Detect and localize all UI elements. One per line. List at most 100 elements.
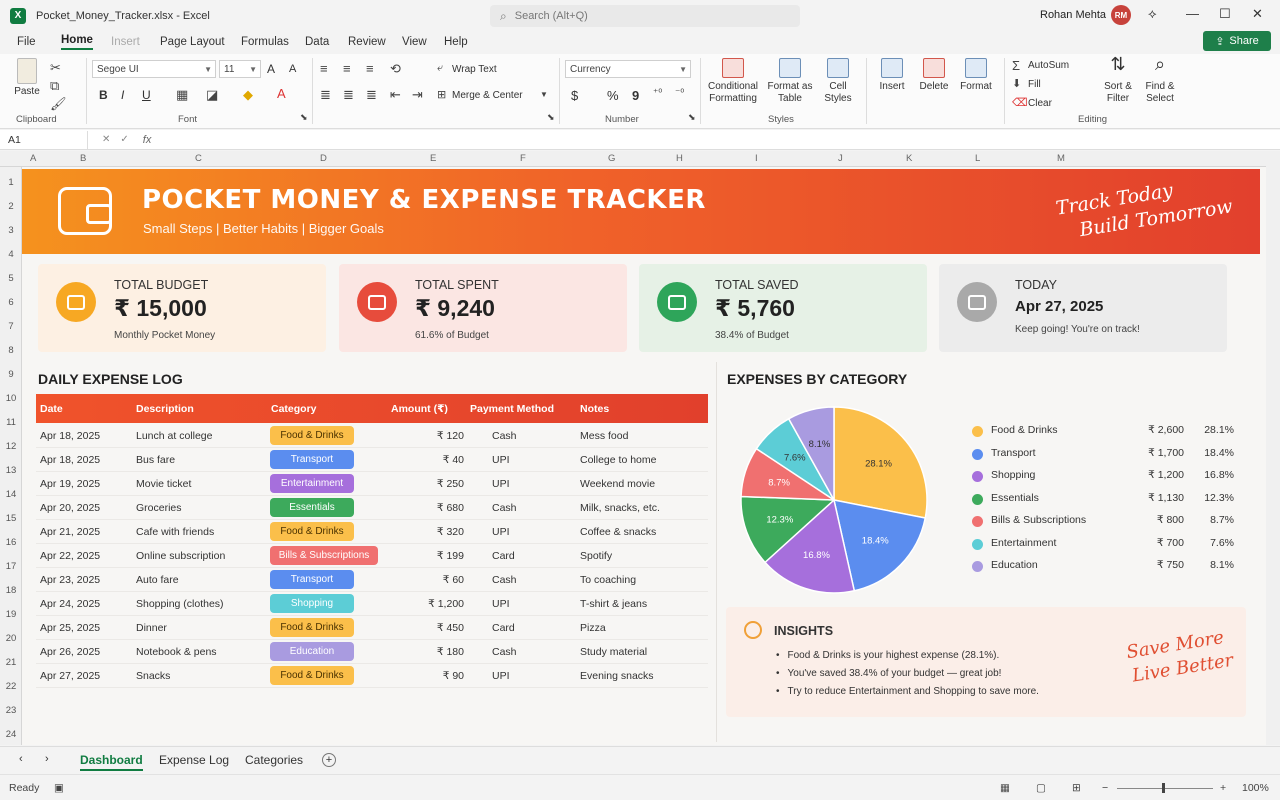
row-header[interactable]: 20: [0, 633, 22, 644]
normal-view-icon[interactable]: ▦: [1000, 782, 1010, 794]
fx-icon[interactable]: fx: [143, 134, 152, 146]
cell-date[interactable]: Apr 26, 2025: [40, 646, 100, 658]
user-name[interactable]: Rohan Mehta: [1040, 9, 1106, 21]
header-payment-method[interactable]: Payment Method: [470, 403, 554, 415]
menu-insert[interactable]: Insert: [111, 36, 140, 48]
legend-item[interactable]: Bills & Subscriptions ₹ 800 8.7%: [972, 514, 1242, 530]
cell-notes[interactable]: Pizza: [580, 622, 606, 634]
row-header[interactable]: 24: [0, 729, 22, 740]
dialog-launcher-icon[interactable]: ⬊: [688, 112, 696, 123]
avatar[interactable]: RM: [1111, 5, 1131, 25]
cell-payment-method[interactable]: Cash: [492, 430, 517, 442]
close-icon[interactable]: ✕: [1252, 6, 1263, 22]
search-input[interactable]: ⌕ Search (Alt+Q): [490, 5, 800, 27]
table-row[interactable]: Apr 21, 2025 Cafe with friends Food & Drin…: [36, 520, 708, 544]
cell-date[interactable]: Apr 21, 2025: [40, 526, 100, 538]
font-color-icon[interactable]: A: [277, 86, 286, 101]
zoom-slider[interactable]: [1117, 788, 1213, 789]
row-header[interactable]: 5: [0, 273, 22, 284]
share-button[interactable]: ⇪ Share: [1203, 31, 1271, 51]
accessibility-icon[interactable]: ▣: [54, 782, 64, 794]
table-row[interactable]: Apr 24, 2025 Shopping (clothes) Shopping ₹ …: [36, 592, 708, 616]
cell-notes[interactable]: T-shirt & jeans: [580, 598, 647, 610]
cell-description[interactable]: Lunch at college: [136, 430, 212, 442]
italic-button[interactable]: I: [121, 88, 124, 102]
borders-icon[interactable]: ▦: [176, 87, 188, 103]
row-header[interactable]: 16: [0, 537, 22, 548]
underline-button[interactable]: U: [142, 88, 151, 102]
cell-payment-method[interactable]: Cash: [492, 502, 517, 514]
menu-view[interactable]: View: [402, 36, 427, 48]
category-badge[interactable]: Bills & Subscriptions: [270, 546, 378, 565]
cell-payment-method[interactable]: Card: [492, 550, 515, 562]
decrease-decimal-icon[interactable]: ⁻⁰: [675, 88, 684, 99]
row-header[interactable]: 19: [0, 609, 22, 620]
column-header[interactable]: L: [975, 153, 980, 164]
cell-amount[interactable]: ₹ 60: [404, 574, 464, 586]
column-header[interactable]: E: [430, 153, 436, 164]
legend-item[interactable]: Food & Drinks ₹ 2,600 28.1%: [972, 424, 1242, 440]
scroll-right-icon[interactable]: ›: [45, 753, 49, 765]
comma-button[interactable]: 9: [632, 88, 639, 103]
category-badge[interactable]: Food & Drinks: [270, 666, 354, 685]
row-header[interactable]: 7: [0, 321, 22, 332]
column-header[interactable]: F: [520, 153, 526, 164]
legend-item[interactable]: Essentials ₹ 1,130 12.3%: [972, 492, 1242, 508]
font-size-select[interactable]: 11 ▼: [219, 60, 261, 78]
tab-categories[interactable]: Categories: [245, 753, 303, 767]
category-badge[interactable]: Education: [270, 642, 354, 661]
category-badge[interactable]: Entertainment: [270, 474, 354, 493]
column-header[interactable]: B: [80, 153, 86, 164]
align-right-icon[interactable]: ≣: [366, 87, 377, 103]
cell-payment-method[interactable]: Cash: [492, 646, 517, 658]
tab-expense-log[interactable]: Expense Log: [159, 753, 229, 767]
cell-description[interactable]: Auto fare: [136, 574, 179, 586]
category-badge[interactable]: Food & Drinks: [270, 522, 354, 541]
chevron-down-icon[interactable]: ▼: [540, 90, 548, 99]
cell-description[interactable]: Notebook & pens: [136, 646, 217, 658]
vertical-scrollbar[interactable]: [1266, 151, 1280, 745]
menu-review[interactable]: Review: [348, 36, 386, 48]
help-icon[interactable]: ⟡: [1148, 6, 1157, 22]
cell-description[interactable]: Snacks: [136, 670, 170, 682]
column-header[interactable]: K: [906, 153, 912, 164]
cell-amount[interactable]: ₹ 40: [404, 454, 464, 466]
outdent-icon[interactable]: ⇥: [412, 87, 423, 103]
fill-color-icon[interactable]: ◪: [206, 87, 218, 103]
paste-button[interactable]: Paste: [10, 58, 44, 98]
cell-amount[interactable]: ₹ 450: [404, 622, 464, 634]
percent-button[interactable]: %: [607, 88, 619, 103]
category-badge[interactable]: Transport: [270, 570, 354, 589]
cell-date[interactable]: Apr 24, 2025: [40, 598, 100, 610]
cut-icon[interactable]: ✂: [50, 60, 61, 76]
add-sheet-icon[interactable]: +: [322, 753, 336, 767]
category-badge[interactable]: Shopping: [270, 594, 354, 613]
cell-amount[interactable]: ₹ 90: [404, 670, 464, 682]
row-header[interactable]: 1: [0, 177, 22, 188]
cell-date[interactable]: Apr 20, 2025: [40, 502, 100, 514]
table-row[interactable]: Apr 26, 2025 Notebook & pens Education ₹ 18…: [36, 640, 708, 664]
table-row[interactable]: Apr 19, 2025 Movie ticket Entertainment ₹ 2…: [36, 472, 708, 496]
cell-notes[interactable]: Milk, snacks, etc.: [580, 502, 660, 514]
table-row[interactable]: Apr 22, 2025 Online subscription Bills & S…: [36, 544, 708, 568]
table-row[interactable]: Apr 23, 2025 Auto fare Transport ₹ 60 Cash To…: [36, 568, 708, 592]
cell-date[interactable]: Apr 22, 2025: [40, 550, 100, 562]
legend-item[interactable]: Shopping ₹ 1,200 16.8%: [972, 469, 1242, 485]
fill-button[interactable]: Fill: [1028, 79, 1041, 90]
cell-payment-method[interactable]: Card: [492, 622, 515, 634]
column-header[interactable]: M: [1057, 153, 1065, 164]
row-header[interactable]: 11: [0, 417, 22, 428]
row-header[interactable]: 21: [0, 657, 22, 668]
increase-font-button[interactable]: A: [267, 62, 275, 76]
header-date[interactable]: Date: [40, 403, 63, 415]
column-header[interactable]: J: [838, 153, 843, 164]
cell-payment-method[interactable]: UPI: [492, 478, 510, 490]
tab-dashboard[interactable]: Dashboard: [80, 753, 143, 771]
legend-item[interactable]: Transport ₹ 1,700 18.4%: [972, 447, 1242, 463]
align-center-icon[interactable]: ≣: [343, 87, 354, 103]
cell-payment-method[interactable]: UPI: [492, 670, 510, 682]
column-header[interactable]: A: [30, 153, 36, 164]
page-break-view-icon[interactable]: ⊞: [1072, 782, 1081, 794]
wrap-text-button[interactable]: Wrap Text: [452, 64, 497, 75]
cell-description[interactable]: Cafe with friends: [136, 526, 214, 538]
